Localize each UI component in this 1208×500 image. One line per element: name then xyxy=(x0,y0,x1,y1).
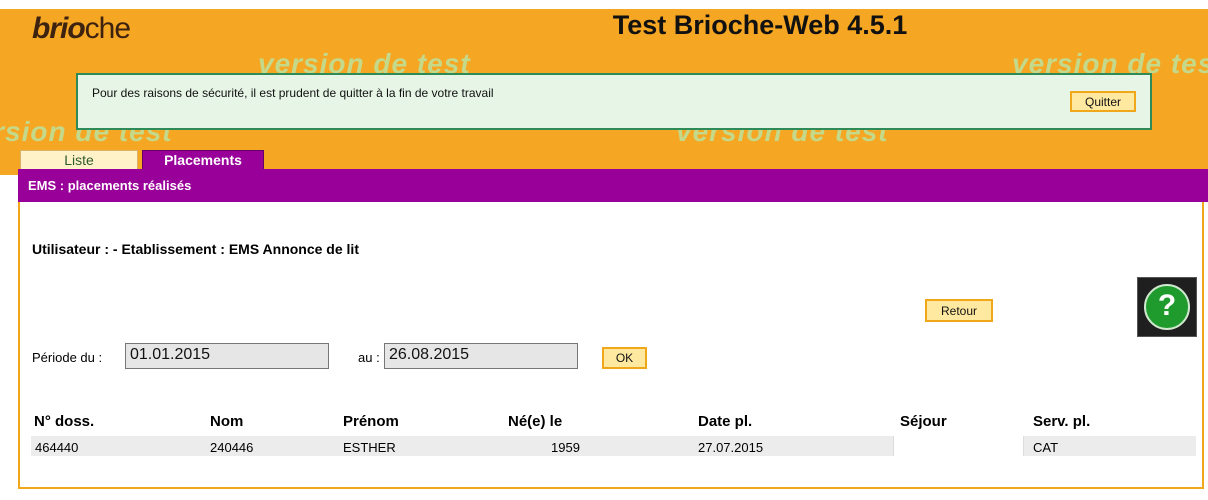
user-establishment-line: Utilisateur : - Etablissement : EMS Anno… xyxy=(32,241,359,257)
sejour-cell xyxy=(893,436,1024,456)
logo-text-bold: brio xyxy=(32,12,86,45)
brioche-logo: brioche xyxy=(32,12,131,46)
section-bar: EMS : placements réalisés xyxy=(18,169,1208,202)
cell-nom: 240446 xyxy=(210,440,254,455)
cell-ne-le: 1959 xyxy=(551,440,580,455)
column-header-date-placement: Date pl. xyxy=(698,413,753,430)
ok-button[interactable]: OK xyxy=(602,347,647,369)
back-button[interactable]: Retour xyxy=(925,299,993,322)
app-title: Test Brioche-Web 4.5.1 xyxy=(612,10,908,40)
quit-button[interactable]: Quitter xyxy=(1070,91,1136,112)
help-icon: ? xyxy=(1144,284,1190,330)
cell-date-placement: 27.07.2015 xyxy=(698,440,764,455)
column-header-nom: Nom xyxy=(210,413,244,430)
period-from-input[interactable]: 01.01.2015 xyxy=(125,343,329,369)
column-header-service: Serv. pl. xyxy=(1033,413,1091,430)
period-from-label: Période du : xyxy=(32,350,103,365)
cell-service: CAT xyxy=(1033,440,1059,455)
period-to-label: au : xyxy=(358,350,380,365)
help-button[interactable]: ? xyxy=(1137,277,1197,337)
logo-text-thin: che xyxy=(84,12,131,45)
tab-placements[interactable]: Placements xyxy=(142,150,264,170)
security-alert: Pour des raisons de sécurité, il est pru… xyxy=(76,73,1152,130)
column-header-sejour: Séjour xyxy=(900,413,947,430)
period-to-input[interactable]: 26.08.2015 xyxy=(384,343,578,369)
top-strip xyxy=(0,0,1208,9)
column-header-ne-le: Né(e) le xyxy=(508,413,563,430)
security-message: Pour des raisons de sécurité, il est pru… xyxy=(92,86,494,100)
column-header-prenom: Prénom xyxy=(343,413,399,430)
cell-dossier: 464440 xyxy=(35,440,79,455)
tab-liste[interactable]: Liste xyxy=(20,150,138,170)
cell-prenom: ESTHER xyxy=(343,440,396,455)
section-title: EMS : placements réalisés xyxy=(28,178,192,193)
column-header-dossier: N° doss. xyxy=(34,413,95,430)
